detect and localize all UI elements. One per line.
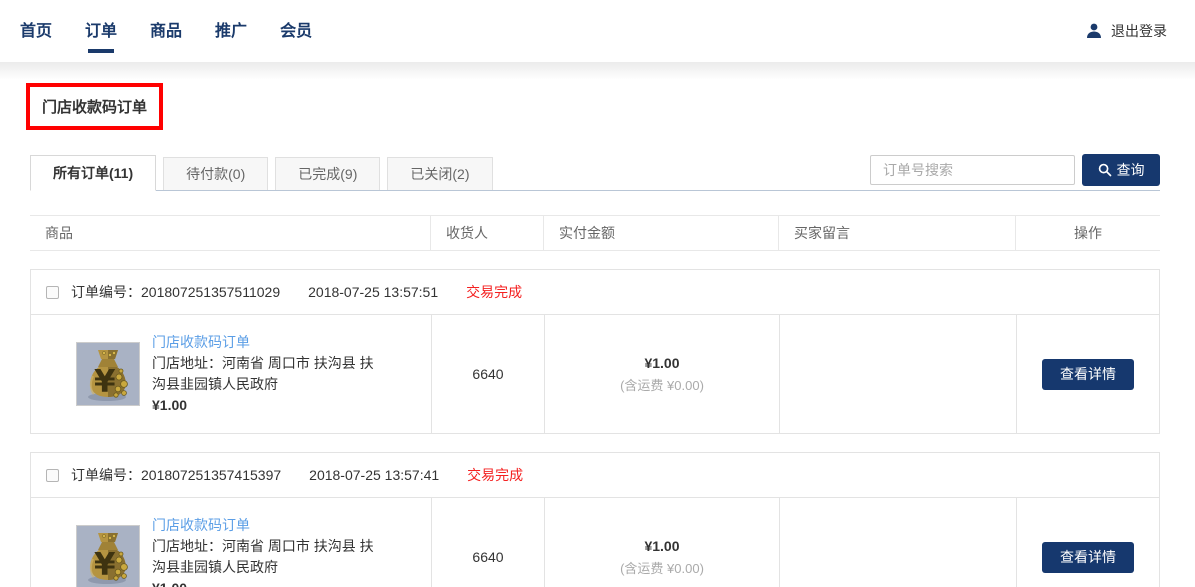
paid-amount: ¥1.00 — [644, 355, 679, 371]
order-datetime: 2018-07-25 13:57:41 — [309, 467, 439, 483]
tab-all-orders[interactable]: 所有订单(11) — [30, 155, 156, 191]
action-cell: 查看详情 — [1016, 315, 1159, 433]
order-block: 订单编号： 201807251357415397 2018-07-25 13:5… — [30, 452, 1160, 587]
money-bag-icon: ¥ — [77, 526, 139, 587]
order-body-row: ¥ 门店收款码订单 门店地址：河南省 周口市 扶沟县 扶沟县韭园镇人民政府 ¥1… — [31, 498, 1159, 587]
nav-item-label: 订单 — [85, 23, 117, 40]
order-number: 201807251357511029 — [141, 284, 280, 300]
logout-label: 退出登录 — [1111, 21, 1167, 41]
paid-amount: ¥1.00 — [644, 538, 679, 554]
tab-completed[interactable]: 已完成(9) — [275, 157, 380, 190]
paid-amount-cell: ¥1.00 (含运费 ¥0.00) — [544, 315, 779, 433]
nav-item-label: 会员 — [280, 23, 312, 40]
view-details-button[interactable]: 查看详情 — [1042, 359, 1134, 390]
svg-text:¥: ¥ — [94, 364, 116, 400]
nav-item-orders[interactable]: 订单 — [85, 11, 117, 51]
order-number-label: 订单编号： — [71, 282, 141, 302]
shipping-fee-note: (含运费 ¥0.00) — [620, 558, 704, 577]
main-nav: 首页 订单 商品 推广 会员 — [20, 11, 345, 51]
nav-item-label: 商品 — [150, 23, 182, 40]
product-name-link[interactable]: 门店收款码订单 — [152, 332, 386, 353]
search-button[interactable]: 查询 — [1082, 154, 1160, 186]
view-details-button[interactable]: 查看详情 — [1042, 542, 1134, 573]
nav-item-label: 推广 — [215, 23, 247, 40]
nav-item-home[interactable]: 首页 — [20, 11, 52, 51]
product-cell: ¥ 门店收款码订单 门店地址：河南省 周口市 扶沟县 扶沟县韭园镇人民政府 ¥1… — [31, 315, 431, 433]
product-price: ¥1.00 — [152, 578, 386, 587]
column-header-action: 操作 — [1015, 216, 1160, 250]
search-icon — [1098, 163, 1112, 177]
nav-item-label: 首页 — [20, 23, 52, 40]
product-info: 门店收款码订单 门店地址：河南省 周口市 扶沟县 扶沟县韭园镇人民政府 ¥1.0… — [152, 515, 386, 587]
money-bag-icon: ¥ — [77, 343, 139, 405]
product-address: 门店地址：河南省 周口市 扶沟县 扶沟县韭园镇人民政府 — [152, 536, 386, 578]
order-select-checkbox[interactable] — [46, 286, 59, 299]
product-price: ¥1.00 — [152, 395, 386, 416]
active-underline — [88, 49, 114, 53]
product-name-link[interactable]: 门店收款码订单 — [152, 515, 386, 536]
logout-button[interactable]: 退出登录 — [1085, 21, 1167, 41]
search-button-label: 查询 — [1117, 160, 1145, 180]
order-number-label: 订单编号： — [71, 465, 141, 485]
tabs-row: 所有订单(11) 待付款(0) 已完成(9) 已关闭(2) 查询 — [30, 154, 1160, 191]
table-header-row: 商品 收货人 实付金额 买家留言 操作 — [30, 215, 1160, 251]
order-status-badge: 交易完成 — [466, 282, 522, 302]
column-header-paid-amount: 实付金额 — [543, 216, 778, 250]
action-cell: 查看详情 — [1016, 498, 1159, 587]
product-address: 门店地址：河南省 周口市 扶沟县 扶沟县韭园镇人民政府 — [152, 353, 386, 395]
svg-text:¥: ¥ — [94, 547, 116, 583]
tab-pending-payment[interactable]: 待付款(0) — [163, 157, 268, 190]
top-header: 首页 订单 商品 推广 会员 退出登录 — [0, 0, 1195, 62]
buyer-message-cell — [779, 315, 1016, 433]
product-image: ¥ — [76, 525, 140, 587]
order-body-row: ¥ 门店收款码订单 门店地址：河南省 周口市 扶沟县 扶沟县韭园镇人民政府 ¥1… — [31, 315, 1159, 433]
nav-item-promotion[interactable]: 推广 — [215, 11, 247, 51]
receiver-cell: 6640 — [431, 498, 544, 587]
nav-item-members[interactable]: 会员 — [280, 11, 312, 51]
title-annotation-box: 门店收款码订单 — [26, 83, 163, 130]
column-header-receiver: 收货人 — [430, 216, 543, 250]
order-search-input[interactable] — [870, 155, 1075, 185]
order-number: 201807251357415397 — [141, 467, 281, 483]
person-icon — [1085, 22, 1103, 40]
order-datetime: 2018-07-25 13:57:51 — [308, 284, 438, 300]
main-content: 门店收款码订单 所有订单(11) 待付款(0) 已完成(9) 已关闭(2) 查询… — [0, 80, 1195, 587]
order-header-row: 订单编号： 201807251357511029 2018-07-25 13:5… — [31, 270, 1159, 315]
page-title: 门店收款码订单 — [42, 96, 147, 117]
order-select-checkbox[interactable] — [46, 469, 59, 482]
header-shadow — [0, 62, 1195, 80]
order-search-group: 查询 — [870, 154, 1160, 186]
order-status-badge: 交易完成 — [467, 465, 523, 485]
receiver-cell: 6640 — [431, 315, 544, 433]
order-block: 订单编号： 201807251357511029 2018-07-25 13:5… — [30, 269, 1160, 434]
product-cell: ¥ 门店收款码订单 门店地址：河南省 周口市 扶沟县 扶沟县韭园镇人民政府 ¥1… — [31, 498, 431, 587]
buyer-message-cell — [779, 498, 1016, 587]
column-header-product: 商品 — [30, 216, 430, 250]
shipping-fee-note: (含运费 ¥0.00) — [620, 375, 704, 394]
order-header-row: 订单编号： 201807251357415397 2018-07-25 13:5… — [31, 453, 1159, 498]
nav-item-products[interactable]: 商品 — [150, 11, 182, 51]
product-info: 门店收款码订单 门店地址：河南省 周口市 扶沟县 扶沟县韭园镇人民政府 ¥1.0… — [152, 332, 386, 416]
product-image: ¥ — [76, 342, 140, 406]
tab-closed[interactable]: 已关闭(2) — [387, 157, 492, 190]
column-header-buyer-message: 买家留言 — [778, 216, 1015, 250]
paid-amount-cell: ¥1.00 (含运费 ¥0.00) — [544, 498, 779, 587]
